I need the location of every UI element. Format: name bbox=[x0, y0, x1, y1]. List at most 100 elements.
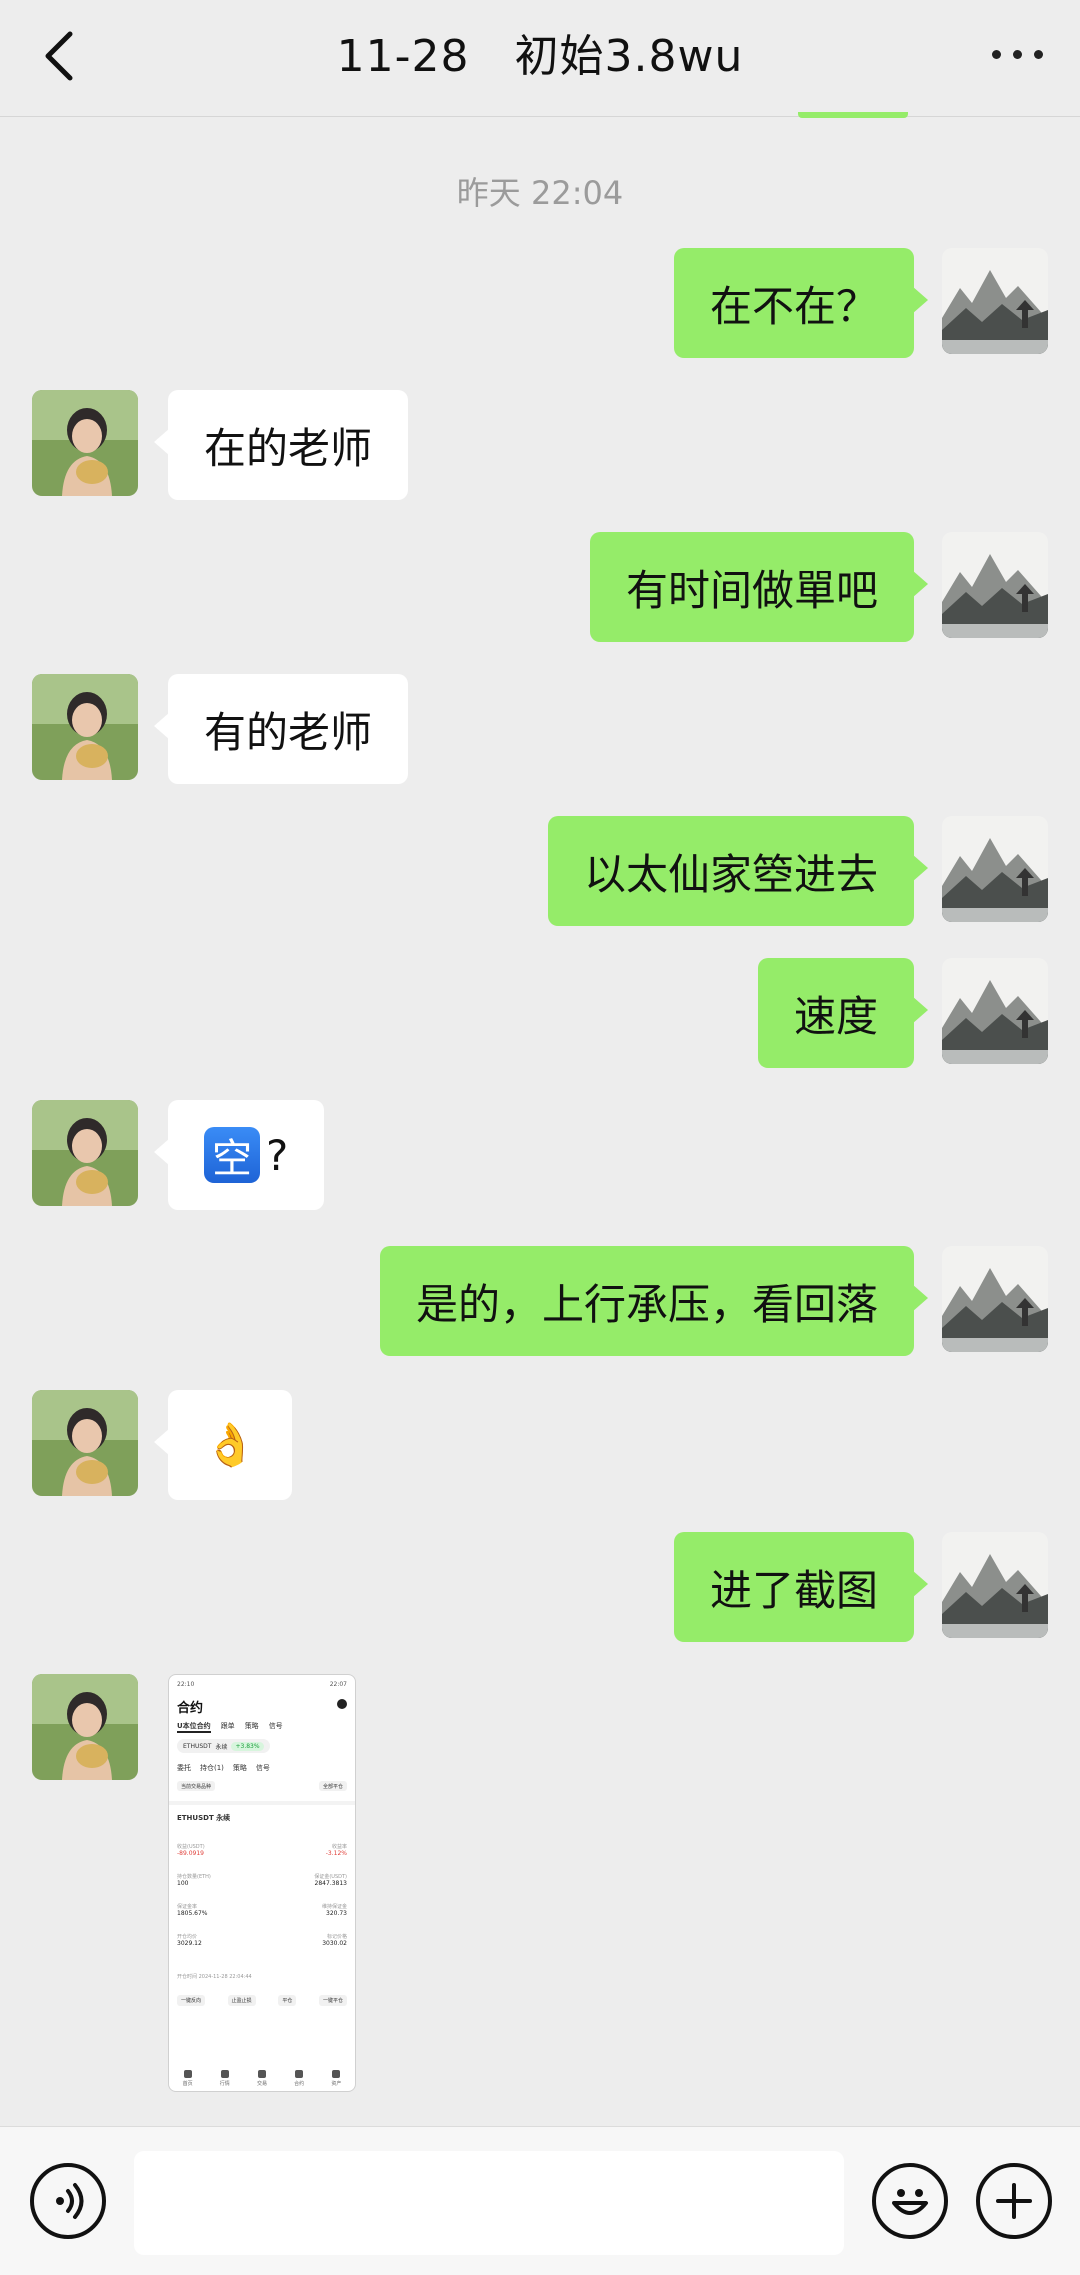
portrait-avatar-image bbox=[32, 390, 138, 496]
portrait-avatar-image bbox=[32, 1390, 138, 1496]
my-avatar[interactable] bbox=[942, 1246, 1048, 1352]
emoji-button[interactable] bbox=[872, 2163, 948, 2239]
my-avatar[interactable] bbox=[942, 958, 1048, 1064]
thumb-pair-chip: ETHUSDT 永续 +3.83% bbox=[177, 1739, 270, 1753]
thumb-status-bar: 22:10 22:07 bbox=[177, 1681, 347, 1689]
smiley-icon bbox=[892, 2189, 928, 2215]
chart-icon bbox=[220, 2070, 229, 2078]
contact-avatar[interactable] bbox=[32, 390, 138, 496]
thumb-value: 100 bbox=[177, 1880, 189, 1887]
thumb-nav-label: 行情 bbox=[219, 2081, 230, 2087]
thumb-label: 维持保证金 bbox=[321, 1904, 347, 1910]
more-options-button[interactable] bbox=[982, 22, 1052, 86]
thumb-row: 保证金率 1805.67% 维持保证金 320.73 bbox=[177, 1903, 347, 1917]
thumb-nav-item: 交易 bbox=[257, 2070, 267, 2087]
landscape-avatar-image bbox=[942, 1246, 1048, 1352]
thumb-value: 2847.3813 bbox=[314, 1880, 347, 1887]
thumb-value: -89.0919 bbox=[177, 1850, 204, 1857]
message-timestamp: 昨天 22:04 bbox=[456, 174, 624, 212]
my-avatar[interactable] bbox=[942, 1532, 1048, 1638]
my-avatar[interactable] bbox=[942, 816, 1048, 922]
thumb-subtabs: 委托 持仓(1) 策略 信号 bbox=[177, 1763, 270, 1773]
screenshot-image-message[interactable]: 22:10 22:07 合约 U本位合约 跟单 策略 信号 ETHUSDT 永续 … bbox=[168, 1674, 356, 2092]
thumb-divider bbox=[169, 1801, 355, 1805]
message-text: 在不在？ bbox=[709, 281, 878, 331]
message-bubble-sent[interactable]: 进了截图 bbox=[673, 1532, 929, 1642]
message-input[interactable] bbox=[134, 2151, 844, 2255]
thumb-action: 平仓 bbox=[278, 1995, 297, 2006]
thumb-action: 止盈止损 bbox=[227, 1995, 256, 2006]
thumb-nav-item: 资产 bbox=[331, 2070, 341, 2087]
kong-emoji-badge: 空 bbox=[204, 1127, 260, 1183]
message-bubble-received[interactable]: 空 ? bbox=[153, 1100, 325, 1210]
thumb-action: 一键反向 bbox=[177, 1995, 206, 2006]
contact-avatar[interactable] bbox=[32, 1100, 138, 1206]
thumb-row: 开仓均价 3029.12 标记价格 3030.02 bbox=[177, 1933, 347, 1947]
info-icon bbox=[337, 1699, 347, 1709]
thumb-tab: 信号 bbox=[268, 1722, 283, 1730]
more-icon-dot bbox=[1033, 49, 1043, 59]
thumb-value: 3029.12 bbox=[177, 1940, 202, 1947]
message-bubble-sent[interactable]: 速度 bbox=[757, 958, 929, 1068]
thumb-value: 1805.67% bbox=[177, 1910, 208, 1917]
thumb-nav-label: 交易 bbox=[256, 2081, 267, 2087]
more-icon bbox=[991, 49, 1001, 59]
plus-icon bbox=[996, 2183, 1032, 2219]
thumb-subtab: 委托 bbox=[177, 1764, 191, 1772]
thumb-label: 收益(USDT) bbox=[177, 1844, 205, 1850]
thumb-tabs: U本位合约 跟单 策略 信号 bbox=[177, 1721, 283, 1733]
thumb-tab: U本位合约 bbox=[177, 1721, 211, 1733]
input-bar bbox=[0, 2126, 1080, 2275]
thumb-actions: 一键反向 止盈止损 平仓 一键平仓 bbox=[177, 1995, 347, 2006]
thumb-status-left: 22:10 bbox=[177, 1681, 195, 1688]
message-text: 是的，上行承压，看回落 bbox=[415, 1279, 878, 1329]
message-bubble-sent[interactable]: 以太仙家箜进去 bbox=[547, 816, 929, 926]
thumb-nav-label: 合约 bbox=[294, 2081, 305, 2087]
thumb-value: 3030.02 bbox=[322, 1940, 347, 1947]
portrait-avatar-image bbox=[32, 674, 138, 780]
message-bubble-received[interactable]: 在的老师 bbox=[153, 390, 409, 500]
message-bubble-sent[interactable]: 有时间做單吧 bbox=[589, 532, 929, 642]
trade-icon bbox=[257, 2070, 266, 2078]
thumb-label: 收益率 bbox=[331, 1844, 347, 1850]
message-text: 有时间做單吧 bbox=[625, 565, 878, 615]
my-avatar[interactable] bbox=[942, 532, 1048, 638]
thumb-label: 保证金(USDT) bbox=[314, 1874, 347, 1880]
portrait-avatar-image bbox=[32, 1100, 138, 1206]
thumb-nav-label: 资产 bbox=[331, 2081, 342, 2087]
thumb-row: 持仓数量(ETH) 100 保证金(USDT) 2847.3813 bbox=[177, 1873, 347, 1887]
thumb-nav-item: 合约 bbox=[294, 2070, 304, 2087]
message-list[interactable]: 昨天 22:04 在不在？ 在的老师 有时间做單吧 有的老师 以太仙家箜进去 速… bbox=[0, 116, 1080, 2126]
message-text: ? bbox=[266, 1130, 289, 1180]
message-bubble-received[interactable]: 有的老师 bbox=[153, 674, 409, 784]
thumb-label: 开仓均价 bbox=[177, 1934, 198, 1940]
thumb-status-right: 22:07 bbox=[329, 1681, 347, 1688]
thumb-label: 持仓数量(ETH) bbox=[177, 1874, 211, 1880]
more-functions-button[interactable] bbox=[976, 2163, 1052, 2239]
portrait-avatar-image bbox=[32, 1674, 138, 1780]
thumb-label: 标记价格 bbox=[326, 1934, 347, 1940]
thumb-tab: 跟单 bbox=[220, 1722, 235, 1730]
message-bubble-sent[interactable]: 在不在？ bbox=[673, 248, 929, 358]
contact-avatar[interactable] bbox=[32, 1674, 138, 1780]
thumb-value: -3.12% bbox=[325, 1850, 347, 1857]
contact-avatar[interactable] bbox=[32, 1390, 138, 1496]
message-text: 速度 bbox=[793, 991, 878, 1041]
thumb-tab: 策略 bbox=[244, 1722, 259, 1730]
my-avatar[interactable] bbox=[942, 248, 1048, 354]
contact-avatar[interactable] bbox=[32, 674, 138, 780]
message-bubble-sent[interactable]: 是的，上行承压，看回落 bbox=[379, 1246, 929, 1356]
voice-icon bbox=[56, 2183, 84, 2219]
voice-input-button[interactable] bbox=[30, 2163, 106, 2239]
thumb-close-all-button: 全部平仓 bbox=[318, 1781, 347, 1791]
thumb-nav-label: 首页 bbox=[182, 2081, 193, 2087]
thumb-open-time: 开仓时间 2024-11-28 22:04:44 bbox=[177, 1974, 252, 1980]
home-icon bbox=[183, 2070, 192, 2078]
thumb-title: 合约 bbox=[177, 1701, 204, 1716]
message-text: 以太仙家箜进去 bbox=[583, 849, 878, 899]
thumb-subtab: 策略 bbox=[232, 1764, 247, 1772]
landscape-avatar-image bbox=[942, 816, 1048, 922]
landscape-avatar-image bbox=[942, 248, 1048, 354]
thumb-bottom-nav: 首页 行情 交易 合约 资产 bbox=[169, 2070, 355, 2087]
message-bubble-received[interactable]: 👌 bbox=[153, 1390, 293, 1500]
